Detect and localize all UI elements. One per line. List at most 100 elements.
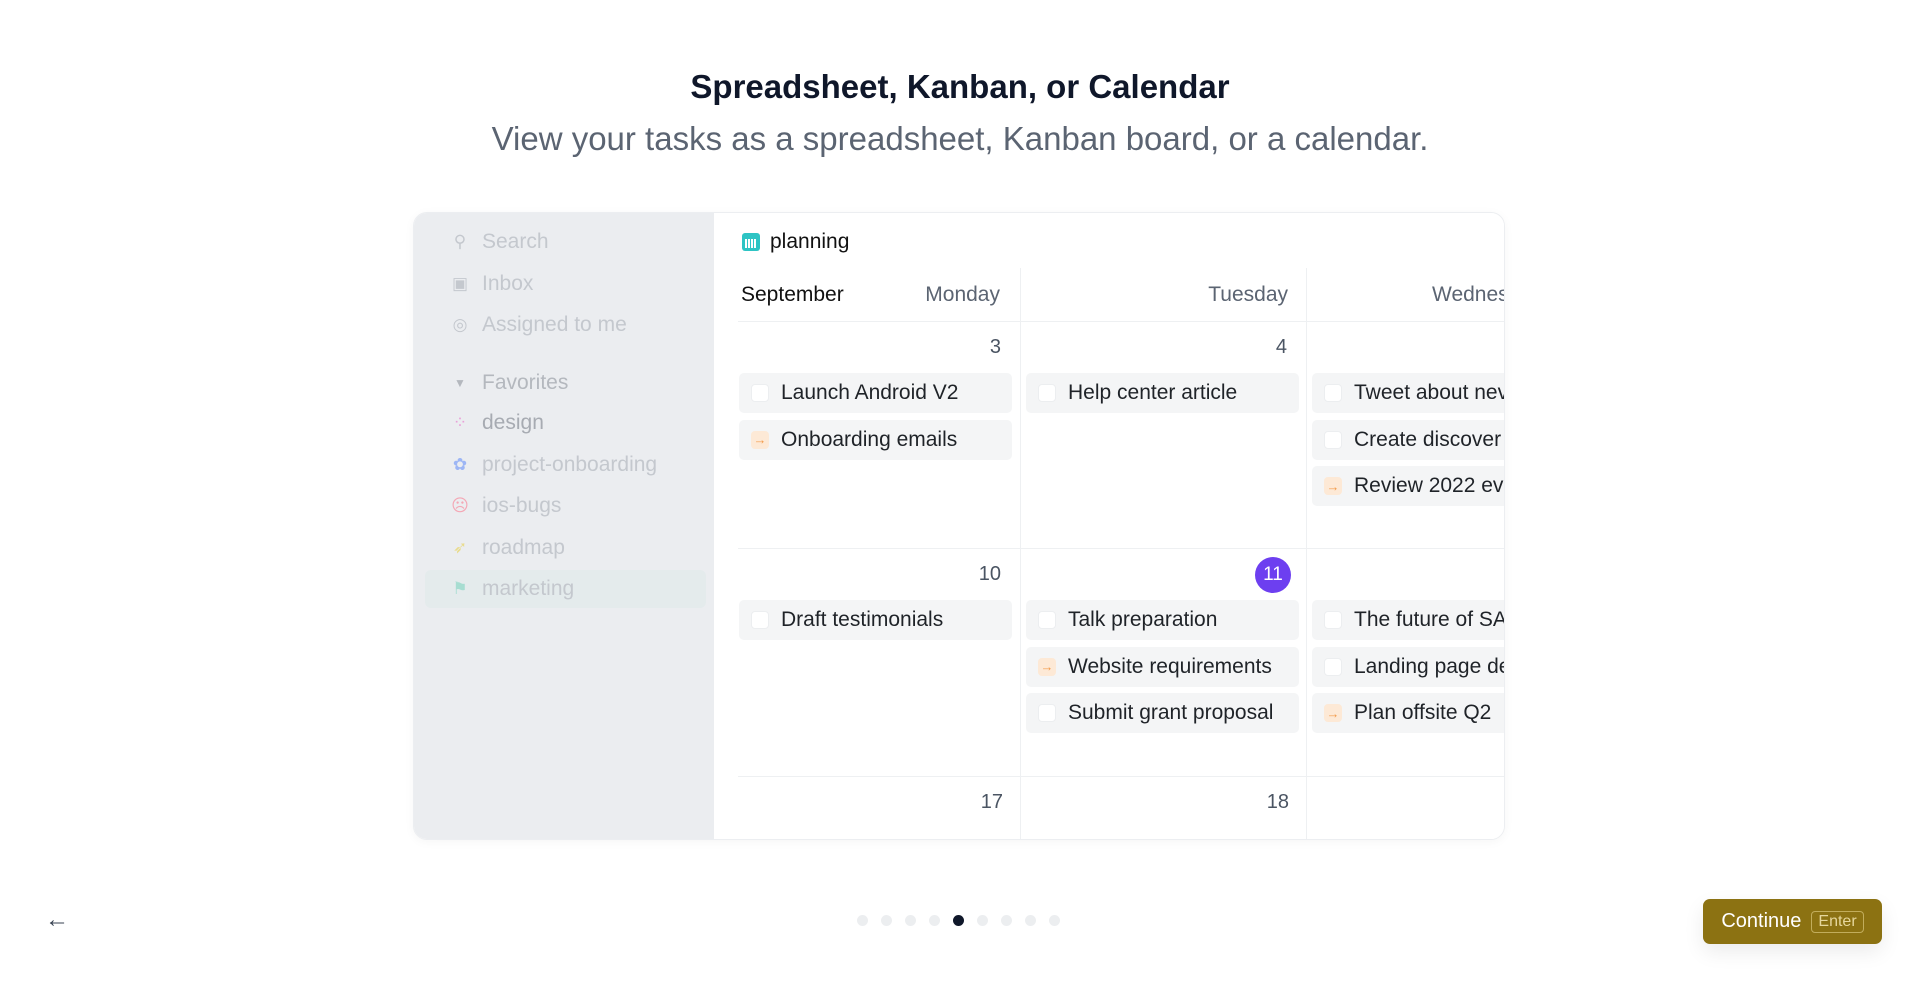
task-card[interactable]: → Plan offsite Q2 — [1312, 693, 1504, 733]
view-title: planning — [742, 227, 849, 257]
page-dot[interactable] — [929, 915, 940, 926]
sidebar-item-label: roadmap — [482, 535, 565, 559]
flower-icon: ✿ — [452, 454, 468, 474]
preview-card: ⚲ Search ▣ Inbox ◎ Assigned to me ▼ Favorite… — [413, 212, 1505, 840]
sidebar-item-label: ios-bugs — [482, 494, 562, 517]
task-card[interactable]: The future of SA — [1312, 600, 1505, 640]
sidebar: ⚲ Search ▣ Inbox ◎ Assigned to me ▼ Favorite… — [414, 213, 714, 839]
task-title: Help center article — [1068, 381, 1238, 404]
sidebar-assigned-label: Assigned to me — [482, 313, 627, 336]
favorites-label: Favorites — [482, 371, 569, 394]
sidebar-assigned[interactable]: ◎ Assigned to me — [450, 310, 627, 340]
sidebar-inbox-label: Inbox — [482, 272, 534, 295]
sidebar-item-design[interactable]: ⁘ design — [450, 408, 544, 438]
date-number: 18 — [1266, 791, 1289, 813]
task-title: Landing page de — [1354, 654, 1505, 678]
page-dot[interactable] — [1001, 915, 1012, 926]
page-dot[interactable] — [953, 915, 964, 926]
sidebar-item-label: marketing — [482, 577, 575, 600]
today-badge: 11 — [1255, 557, 1291, 593]
page-dot[interactable] — [977, 915, 988, 926]
page-subtitle: View your tasks as a spreadsheet, Kanban… — [491, 120, 1429, 157]
grid-icon: ⁘ — [452, 413, 468, 432]
checkbox[interactable] — [751, 384, 769, 402]
task-title: Review 2022 ev — [1354, 474, 1504, 497]
rocket-icon: ➶ — [452, 537, 468, 557]
task-title: Draft testimonials — [781, 608, 944, 631]
task-title: Website requirements — [1068, 654, 1272, 678]
row-divider — [738, 321, 1504, 322]
page-dot[interactable] — [881, 915, 892, 926]
sidebar-item-label: design — [482, 411, 544, 434]
day-header-wednesday: Wednesd — [1432, 283, 1504, 306]
task-card[interactable]: Submit grant proposal — [1026, 693, 1299, 733]
task-title: Talk preparation — [1068, 608, 1218, 631]
task-card[interactable]: Help center article — [1026, 373, 1299, 413]
sidebar-item-marketing[interactable]: ⚑ marketing — [450, 574, 574, 604]
page-dot[interactable] — [905, 915, 916, 926]
target-icon: ◎ — [452, 315, 468, 334]
date-number: 4 — [1275, 336, 1287, 358]
task-card[interactable]: → Onboarding emails — [739, 419, 1012, 460]
sidebar-item-roadmap[interactable]: ➶ roadmap — [450, 533, 565, 563]
checkbox[interactable] — [751, 611, 769, 629]
task-title: Tweet about nev — [1354, 381, 1505, 404]
task-card[interactable]: Talk preparation — [1026, 600, 1299, 640]
checkbox[interactable] — [1324, 384, 1342, 402]
checkbox[interactable] — [1324, 657, 1342, 676]
in-progress-icon: → — [1038, 657, 1056, 676]
search-icon: ⚲ — [453, 232, 467, 251]
sidebar-search-label: Search — [482, 230, 549, 253]
caret-down-icon: ▼ — [454, 376, 466, 390]
checkbox[interactable] — [1324, 430, 1342, 449]
task-title: Plan offsite Q2 — [1354, 701, 1492, 724]
task-card[interactable]: Draft testimonials — [739, 600, 1012, 640]
sidebar-item-ios-bugs[interactable]: ☹ ios-bugs — [450, 491, 561, 521]
task-card[interactable]: Landing page de — [1312, 646, 1505, 687]
continue-button[interactable]: Continue Enter — [1703, 899, 1882, 944]
day-header-tuesday: Tuesday — [1208, 283, 1288, 306]
inbox-icon: ▣ — [451, 274, 469, 293]
sidebar-item-project-onboarding[interactable]: ✿ project-onboarding — [450, 450, 657, 480]
month-label: September — [741, 283, 844, 306]
row-divider — [738, 776, 1504, 777]
task-title: The future of SA — [1354, 608, 1505, 631]
pagination-dots — [857, 915, 1060, 926]
checkbox[interactable] — [1038, 611, 1056, 629]
date-number: 17 — [980, 791, 1003, 813]
page-dot[interactable] — [1049, 915, 1060, 926]
task-title: Create discover — [1354, 427, 1502, 451]
checkbox[interactable] — [1324, 611, 1342, 629]
task-title: Onboarding emails — [781, 427, 958, 451]
flag-icon: ⚑ — [452, 579, 468, 598]
sidebar-search[interactable]: ⚲ Search — [450, 227, 549, 257]
bug-icon: ☹ — [451, 496, 469, 515]
page-title: Spreadsheet, Kanban, or Calendar — [690, 68, 1230, 105]
task-title: Launch Android V2 — [781, 381, 959, 404]
task-card[interactable]: Tweet about nev — [1312, 373, 1505, 413]
sidebar-item-label: project-onboarding — [482, 452, 658, 476]
calendar-icon — [742, 233, 760, 251]
view-title-label: planning — [770, 230, 850, 253]
task-card[interactable]: Create discover — [1312, 419, 1504, 460]
continue-label: Continue — [1721, 910, 1802, 932]
day-header-monday: Monday — [925, 283, 1000, 306]
back-arrow-icon[interactable]: ← — [42, 905, 72, 935]
task-card[interactable]: → Review 2022 ev — [1312, 466, 1504, 506]
checkbox[interactable] — [1038, 704, 1056, 722]
task-card[interactable]: → Website requirements — [1026, 646, 1299, 687]
calendar-view: planning September Monday Tuesday Wednes… — [714, 213, 1505, 839]
sidebar-inbox[interactable]: ▣ Inbox — [450, 269, 533, 299]
row-divider — [738, 548, 1504, 549]
sidebar-favorites-header[interactable]: ▼ Favorites — [450, 368, 568, 398]
checkbox[interactable] — [1038, 384, 1056, 402]
page-dot[interactable] — [857, 915, 868, 926]
task-title: Submit grant proposal — [1068, 701, 1274, 724]
column-divider — [1306, 268, 1307, 839]
in-progress-icon: → — [751, 430, 769, 449]
task-card[interactable]: Launch Android V2 — [739, 373, 1012, 413]
column-divider — [1020, 268, 1021, 839]
in-progress-icon: → — [1324, 704, 1342, 722]
page-dot[interactable] — [1025, 915, 1036, 926]
in-progress-icon: → — [1324, 477, 1342, 495]
